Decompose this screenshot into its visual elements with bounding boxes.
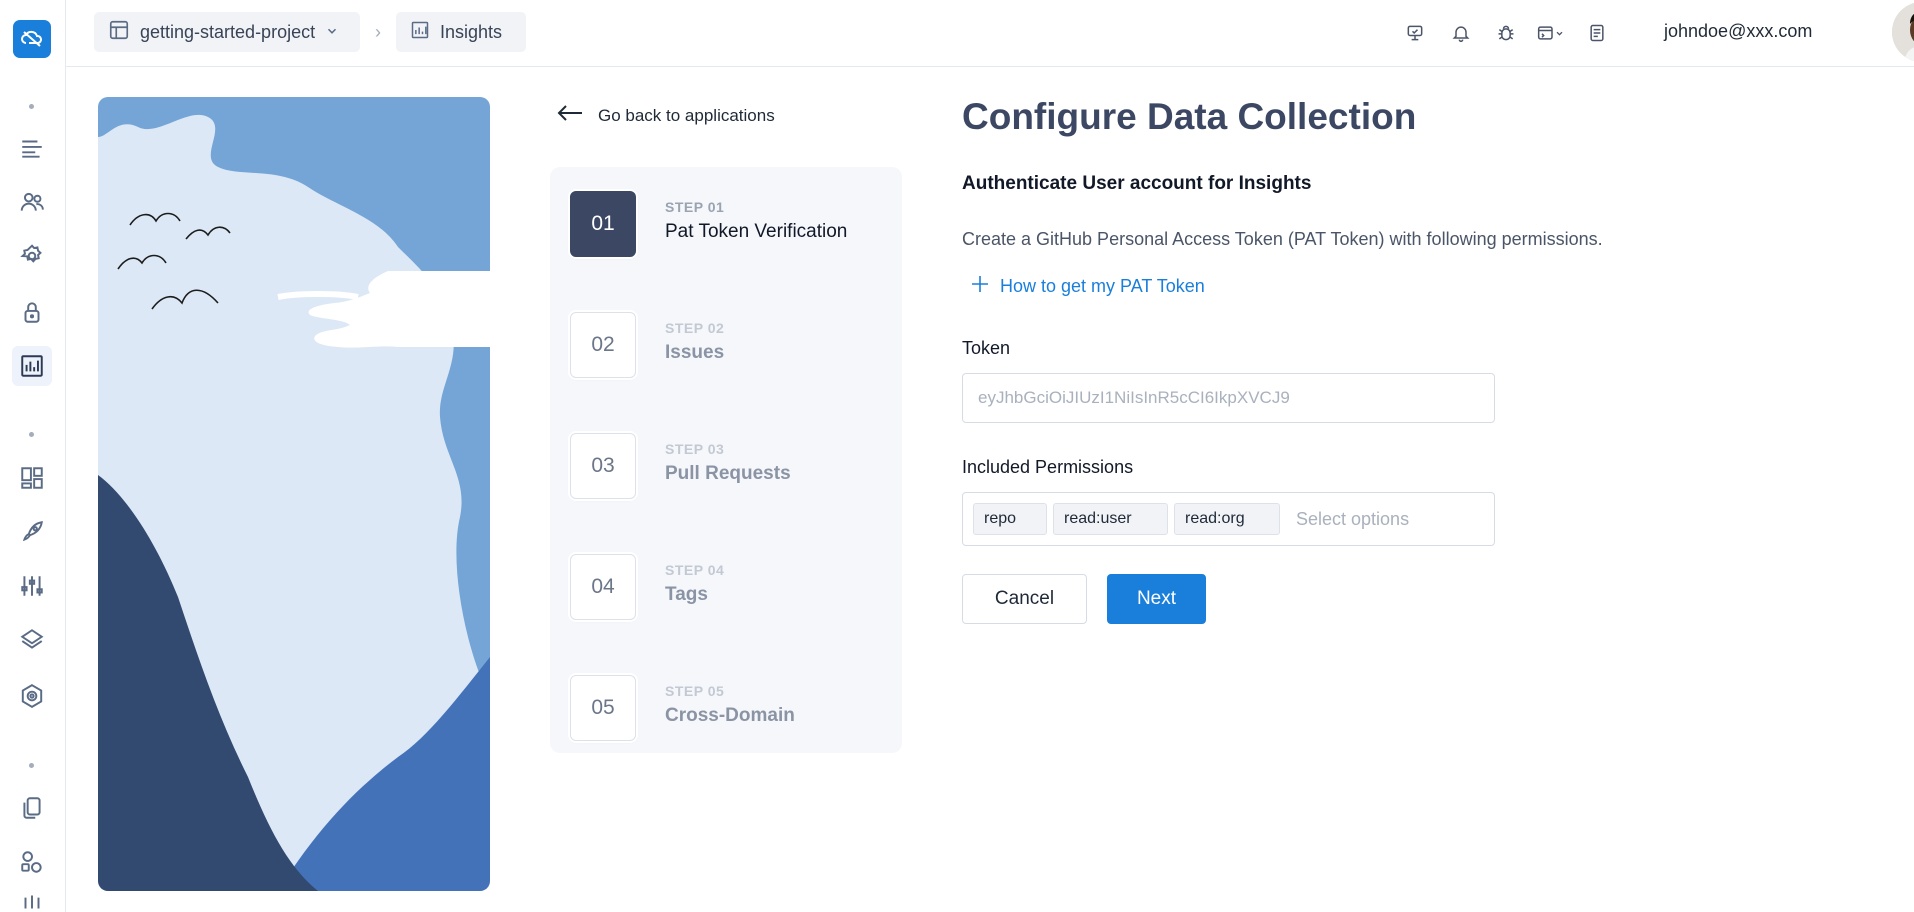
permissions-placeholder: Select options xyxy=(1296,508,1410,529)
terminal-dropdown-icon[interactable] xyxy=(1535,20,1569,46)
form-subtitle: Authenticate User account for Insights xyxy=(962,173,1312,194)
token-input[interactable] xyxy=(962,373,1495,423)
project-table-icon xyxy=(108,19,130,46)
permission-chip[interactable]: read:user xyxy=(1053,503,1168,535)
step-item[interactable]: 03 STEP 03 Pull Requests xyxy=(570,433,870,501)
step-number: 05 xyxy=(570,675,636,741)
webhook-icon[interactable] xyxy=(12,676,52,716)
bell-icon[interactable] xyxy=(1448,20,1474,46)
breadcrumb-label: Insights xyxy=(440,21,503,42)
step-number: 01 xyxy=(570,191,636,257)
rail-divider-dot xyxy=(29,763,34,768)
cloud-logo-icon[interactable] xyxy=(13,20,51,58)
step-number: 02 xyxy=(570,312,636,378)
step-title: Pat Token Verification xyxy=(665,221,848,242)
cancel-button[interactable]: Cancel xyxy=(962,574,1087,624)
users-icon[interactable] xyxy=(12,182,52,222)
permissions-label: Included Permissions xyxy=(962,457,1134,477)
rail-divider-dot xyxy=(29,104,34,109)
step-item[interactable]: 01 STEP 01 Pat Token Verification xyxy=(570,191,870,259)
more-icon[interactable] xyxy=(12,892,52,912)
step-label: STEP 03 xyxy=(665,441,725,457)
step-number: 03 xyxy=(570,433,636,499)
onboarding-illustration xyxy=(98,97,490,891)
user-email: johndoe@xxx.com xyxy=(1664,21,1813,41)
token-label: Token xyxy=(962,338,1011,358)
arrow-left-icon xyxy=(556,104,584,127)
plus-icon xyxy=(970,274,990,299)
chart-icon xyxy=(410,20,430,45)
top-bar: getting-started-project › Insights johnd… xyxy=(66,0,1914,67)
steps-panel: 01 STEP 01 Pat Token Verification 02 STE… xyxy=(550,167,902,753)
project-selector[interactable]: getting-started-project xyxy=(94,12,360,52)
form-description: Create a GitHub Personal Access Token (P… xyxy=(962,229,1603,249)
permission-chip[interactable]: read:org xyxy=(1174,503,1280,535)
layers-icon[interactable] xyxy=(12,620,52,660)
shapes-icon[interactable] xyxy=(12,842,52,882)
next-button[interactable]: Next xyxy=(1107,574,1206,624)
back-link-label: Go back to applications xyxy=(598,105,775,125)
monitor-icon[interactable] xyxy=(1402,20,1428,46)
step-label: STEP 02 xyxy=(665,320,725,336)
project-name: getting-started-project xyxy=(140,21,316,42)
step-label: STEP 01 xyxy=(665,199,725,215)
step-item[interactable]: 02 STEP 02 Issues xyxy=(570,312,870,380)
copy-docs-icon[interactable] xyxy=(12,788,52,828)
rocket-icon[interactable] xyxy=(12,512,52,552)
menu-lines-icon[interactable] xyxy=(12,128,52,168)
step-title: Pull Requests xyxy=(665,463,791,484)
step-item[interactable]: 04 STEP 04 Tags xyxy=(570,554,870,622)
back-to-applications-link[interactable]: Go back to applications xyxy=(556,104,775,127)
sliders-icon[interactable] xyxy=(12,566,52,606)
document-icon[interactable] xyxy=(1584,20,1610,46)
step-number: 04 xyxy=(570,554,636,620)
side-rail xyxy=(0,0,66,912)
permissions-multiselect[interactable]: repo read:user read:org Select options xyxy=(962,492,1495,546)
permission-chip[interactable]: repo xyxy=(973,503,1047,535)
page-title: Configure Data Collection xyxy=(962,96,1417,137)
step-title: Issues xyxy=(665,342,725,363)
how-to-pat-token-link[interactable]: How to get my PAT Token xyxy=(970,274,1205,299)
lock-icon[interactable] xyxy=(12,292,52,332)
how-to-link-label: How to get my PAT Token xyxy=(1000,276,1205,296)
step-label: STEP 04 xyxy=(665,562,725,578)
grid-blocks-icon[interactable] xyxy=(12,458,52,498)
step-label: STEP 05 xyxy=(665,683,725,699)
breadcrumb-separator-icon: › xyxy=(375,22,381,42)
chevron-down-icon xyxy=(325,22,339,43)
bug-icon[interactable] xyxy=(1493,20,1519,46)
gear-icon[interactable] xyxy=(12,236,52,276)
step-item[interactable]: 05 STEP 05 Cross-Domain xyxy=(570,675,870,743)
breadcrumb-insights[interactable]: Insights xyxy=(396,12,526,52)
rail-divider-dot xyxy=(29,432,34,437)
avatar[interactable] xyxy=(1892,2,1914,62)
step-title: Cross-Domain xyxy=(665,705,795,726)
step-title: Tags xyxy=(665,584,708,605)
bar-chart-icon[interactable] xyxy=(12,346,52,386)
